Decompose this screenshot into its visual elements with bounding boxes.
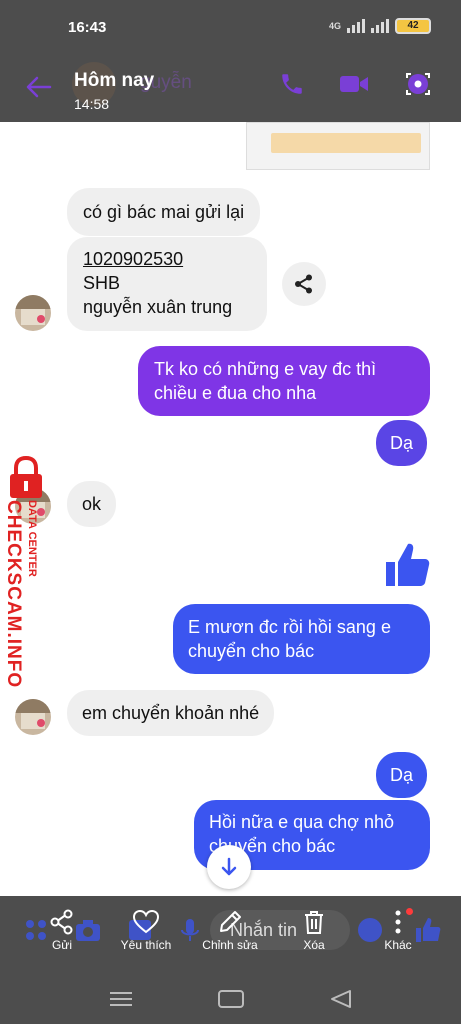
scroll-to-bottom-button[interactable] <box>207 845 251 889</box>
pencil-icon <box>220 911 241 932</box>
notification-dot <box>406 908 413 915</box>
message-line: Hồi nữa e qua chợ nhỏ <box>209 812 394 832</box>
status-icons: 4G 42 <box>329 18 431 34</box>
message-incoming[interactable]: có gì bác mai gửi lại <box>67 188 261 236</box>
action-label: Chỉnh sửa <box>202 938 258 952</box>
scan-icon <box>406 73 430 95</box>
account-holder: nguyễn xuân trung <box>83 297 233 317</box>
lock-icon <box>10 455 42 498</box>
date-title: Hôm nay <box>74 70 155 91</box>
message-action-bar: Nhắn tin Gửi Yêu thích Chỉnh sửa Xóa Khá… <box>0 896 461 1024</box>
sender-avatar[interactable] <box>15 699 51 735</box>
watermark-sub: DATA CENTER <box>26 500 38 577</box>
message-line: Tk ko có những e vay đc thì <box>154 359 377 379</box>
info-button[interactable] <box>396 62 440 106</box>
call-button[interactable] <box>270 62 314 106</box>
message-outgoing[interactable]: Dạ <box>376 420 428 466</box>
signal-icon-2 <box>371 19 389 33</box>
action-more[interactable]: Khác <box>360 908 436 952</box>
message-incoming-account[interactable]: 1020902530 SHB nguyễn xuân trung <box>67 237 267 331</box>
sender-avatar[interactable] <box>15 295 51 331</box>
action-favorite[interactable]: Yêu thích <box>108 908 184 952</box>
thumbs-up-icon[interactable] <box>384 540 430 588</box>
heart-icon <box>132 909 160 934</box>
action-label: Khác <box>384 938 412 952</box>
message-outgoing[interactable]: Dạ <box>376 752 428 798</box>
message-line: chiều e đua cho nha <box>154 383 317 403</box>
watermark-brand: CHECKSCAM.INFO <box>3 500 24 689</box>
action-label: Xóa <box>303 938 325 952</box>
recent-apps-icon[interactable] <box>106 988 136 1010</box>
share-icon <box>295 274 312 294</box>
action-edit[interactable]: Chỉnh sửa <box>192 908 268 952</box>
action-forward[interactable]: Gửi <box>24 908 100 952</box>
battery-icon: 42 <box>395 18 431 34</box>
signal-icon <box>347 19 365 33</box>
account-number[interactable]: 1020902530 <box>83 247 251 271</box>
home-icon[interactable] <box>216 988 246 1010</box>
network-type: 4G <box>328 21 341 31</box>
video-camera-icon <box>340 76 368 92</box>
share-icon <box>50 909 73 935</box>
message-incoming[interactable]: em chuyển khoản nhé <box>67 690 275 736</box>
message-line: E mươn đc rồi hồi sang e <box>188 617 391 637</box>
share-button[interactable] <box>282 262 326 306</box>
phone-icon <box>282 74 302 94</box>
action-delete[interactable]: Xóa <box>276 908 352 952</box>
back-arrow-icon[interactable] <box>24 72 54 102</box>
action-label: Gửi <box>51 938 73 952</box>
trash-icon <box>305 911 323 934</box>
bank-name: SHB <box>83 273 121 293</box>
action-label: Yêu thích <box>120 938 172 952</box>
arrow-down-icon <box>221 857 237 876</box>
message-line: chuyển cho bác <box>188 641 315 661</box>
status-time: 16:43 <box>68 19 107 36</box>
message-outgoing[interactable]: Tk ko có những e vay đc thì chiều e đua … <box>138 346 430 416</box>
preview-content <box>271 133 421 153</box>
back-nav-icon[interactable] <box>326 988 356 1010</box>
header-overlay: 16:43 4G 42 guyễn Hôm nay 14:58 <box>0 0 461 122</box>
message-incoming[interactable]: ok <box>67 481 117 527</box>
date-subtitle: 14:58 <box>74 96 110 112</box>
video-call-button[interactable] <box>332 62 376 106</box>
system-nav-bar <box>0 978 461 1024</box>
shared-image-preview[interactable] <box>246 122 430 170</box>
message-outgoing[interactable]: E mươn đc rồi hồi sang e chuyển cho bác <box>173 604 430 674</box>
